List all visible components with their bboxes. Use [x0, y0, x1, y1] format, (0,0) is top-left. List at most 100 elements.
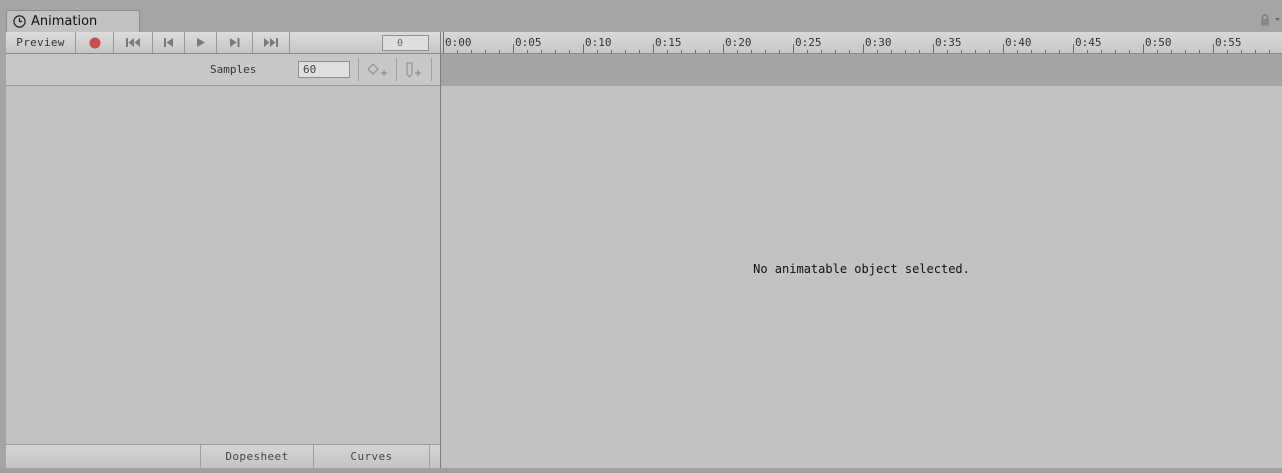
- ruler-minor-tick: [597, 50, 598, 53]
- add-event-icon: [406, 62, 421, 78]
- ruler-minor-tick: [737, 50, 738, 53]
- ruler-minor-tick: [835, 50, 836, 53]
- frame-field[interactable]: 0: [382, 35, 429, 51]
- ruler-minor-tick: [1045, 50, 1046, 53]
- ruler-minor-tick: [541, 50, 542, 53]
- ruler-minor-tick: [499, 50, 500, 53]
- ruler-minor-tick: [1185, 50, 1186, 53]
- ruler-major-tick: [723, 44, 724, 53]
- ruler-minor-tick: [485, 50, 486, 53]
- ruler-minor-tick: [1199, 50, 1200, 53]
- next-key-button[interactable]: [217, 32, 253, 53]
- ruler-minor-tick: [807, 50, 808, 53]
- ruler-major-tick: [513, 44, 514, 53]
- ruler-major-tick: [1213, 44, 1214, 53]
- play-button[interactable]: [185, 32, 217, 53]
- ruler-label: 0:40: [1005, 36, 1032, 49]
- playback-toolbar: Preview 0: [6, 32, 440, 54]
- ruler-minor-tick: [1101, 50, 1102, 53]
- ruler-minor-tick: [471, 50, 472, 53]
- add-event-button[interactable]: [396, 58, 432, 81]
- add-keyframe-icon: [366, 62, 387, 76]
- first-key-button[interactable]: [114, 32, 153, 53]
- ruler-major-tick: [583, 44, 584, 53]
- ruler-major-tick: [653, 44, 654, 53]
- add-keyframe-button[interactable]: [358, 58, 396, 81]
- prev-key-button[interactable]: [153, 32, 185, 53]
- play-icon: [196, 38, 205, 47]
- ruler-label: 0:55: [1215, 36, 1242, 49]
- ruler-minor-tick: [1017, 50, 1018, 53]
- clock-icon: [13, 15, 26, 28]
- ruler-label: 0:20: [725, 36, 752, 49]
- ruler-minor-tick: [961, 50, 962, 53]
- ruler-minor-tick: [1115, 50, 1116, 53]
- ruler-minor-tick: [681, 50, 682, 53]
- ruler-major-tick: [793, 44, 794, 53]
- ruler-major-tick: [1073, 44, 1074, 53]
- empty-state-message: No animatable object selected.: [753, 262, 970, 276]
- ruler-minor-tick: [569, 50, 570, 53]
- bottom-edge: [0, 468, 1282, 473]
- next-key-icon: [229, 38, 239, 47]
- animation-window: Animation Preview 0 0:00 0:05 0:10 0:15 …: [6, 8, 1282, 468]
- tab-strip: Animation: [6, 8, 1282, 32]
- ruler-minor-tick: [821, 50, 822, 53]
- lock-icon[interactable]: [1260, 14, 1270, 26]
- ruler-minor-tick: [751, 50, 752, 53]
- ruler-minor-tick: [947, 50, 948, 53]
- ruler-minor-tick: [1157, 50, 1158, 53]
- ruler-minor-tick: [891, 50, 892, 53]
- ruler-major-tick: [863, 44, 864, 53]
- view-mode-bar: Dopesheet Curves: [6, 444, 440, 468]
- ruler-minor-tick: [765, 50, 766, 53]
- event-track[interactable]: [440, 54, 1282, 86]
- ruler-minor-tick: [1171, 50, 1172, 53]
- ruler-minor-tick: [527, 50, 528, 53]
- ruler-major-tick: [1003, 44, 1004, 53]
- samples-label: Samples: [210, 63, 257, 76]
- ruler-label: 0:10: [585, 36, 612, 49]
- timeline-area[interactable]: No animatable object selected.: [440, 86, 1282, 468]
- ruler-minor-tick: [975, 50, 976, 53]
- ruler-minor-tick: [849, 50, 850, 53]
- preview-button[interactable]: Preview: [6, 32, 76, 53]
- ruler-label: 0:05: [515, 36, 542, 49]
- ruler-major-tick: [1143, 44, 1144, 53]
- dropdown-caret-icon[interactable]: [1275, 17, 1280, 22]
- ruler-minor-tick: [919, 50, 920, 53]
- ruler-major-tick: [443, 32, 444, 53]
- ruler-minor-tick: [1059, 50, 1060, 53]
- ruler-label: 0:15: [655, 36, 682, 49]
- ruler-minor-tick: [877, 50, 878, 53]
- prev-key-icon: [164, 38, 173, 47]
- tab-animation[interactable]: Animation: [6, 10, 140, 32]
- ruler-minor-tick: [625, 50, 626, 53]
- samples-row: Samples 60: [6, 54, 440, 86]
- tab-title: Animation: [31, 14, 98, 29]
- ruler-minor-tick: [1087, 50, 1088, 53]
- tab-dopesheet[interactable]: Dopesheet: [200, 445, 314, 468]
- tab-curves[interactable]: Curves: [314, 445, 430, 468]
- ruler-minor-tick: [555, 50, 556, 53]
- ruler-label: 0:45: [1075, 36, 1102, 49]
- last-key-icon: [264, 38, 278, 47]
- record-button[interactable]: [76, 32, 114, 53]
- samples-field[interactable]: 60: [298, 61, 350, 78]
- ruler-label: 0:50: [1145, 36, 1172, 49]
- ruler-minor-tick: [1227, 50, 1228, 53]
- last-key-button[interactable]: [253, 32, 290, 53]
- ruler-minor-tick: [989, 50, 990, 53]
- ruler-minor-tick: [667, 50, 668, 53]
- ruler-minor-tick: [611, 50, 612, 53]
- ruler-major-tick: [933, 44, 934, 53]
- ruler-label: 0:00: [445, 36, 472, 49]
- ruler-label: 0:25: [795, 36, 822, 49]
- ruler-minor-tick: [457, 50, 458, 53]
- record-icon: [89, 37, 100, 48]
- ruler-minor-tick: [709, 50, 710, 53]
- editor-frame: Animation Preview 0 0:00 0:05 0:10 0:15 …: [0, 0, 1282, 473]
- ruler-minor-tick: [1129, 50, 1130, 53]
- time-ruler[interactable]: 0:00 0:05 0:10 0:15 0:20 0:25 0:30 0:35 0:40 0:45…: [440, 32, 1282, 54]
- ruler-minor-tick: [695, 50, 696, 53]
